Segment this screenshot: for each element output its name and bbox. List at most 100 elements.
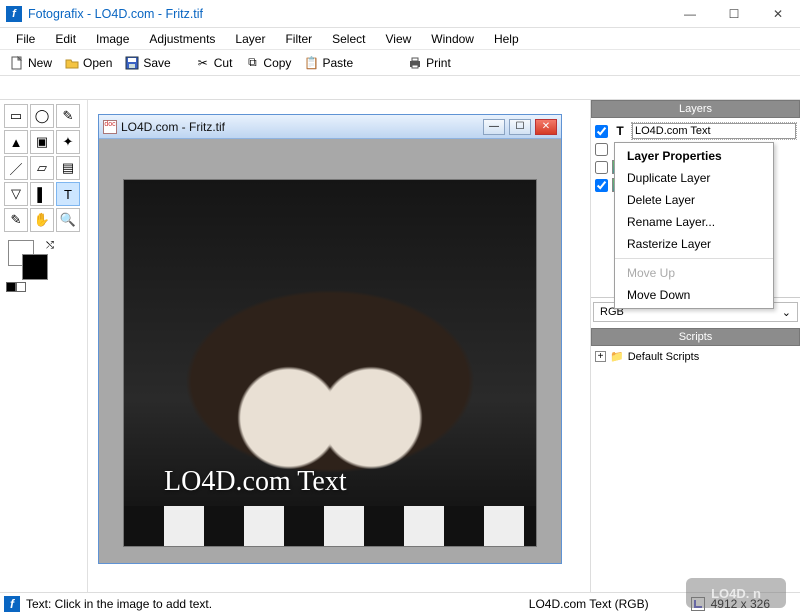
menu-select[interactable]: Select [324, 30, 373, 48]
cut-label: Cut [214, 56, 233, 70]
tool-wand[interactable]: ✦ [56, 130, 80, 154]
tree-expand-icon[interactable]: + [595, 351, 606, 362]
context-menu-item[interactable]: Move Down [615, 284, 773, 306]
tool-eyedrop[interactable]: ✎ [4, 208, 28, 232]
document-titlebar[interactable]: doc LO4D.com - Fritz.tif — ☐ ✕ [99, 115, 561, 139]
text-layer-overlay: LO4D.com Text [164, 466, 347, 498]
menu-adjustments[interactable]: Adjustments [141, 30, 223, 48]
context-menu-item[interactable]: Rasterize Layer [615, 233, 773, 255]
menu-image[interactable]: Image [88, 30, 137, 48]
text-layer-icon: T [612, 124, 628, 138]
tool-bucket[interactable]: ▽ [4, 182, 28, 206]
context-menu-separator [615, 258, 773, 259]
context-menu-item: Move Up [615, 262, 773, 284]
new-file-icon [9, 55, 25, 71]
save-icon [124, 55, 140, 71]
cut-icon: ✂ [195, 55, 211, 71]
document-icon: doc [103, 120, 117, 134]
chevron-down-icon: ⌄ [782, 306, 791, 319]
window-title: Fotografix - LO4D.com - Fritz.tif [28, 7, 203, 21]
menu-layer[interactable]: Layer [227, 30, 273, 48]
scripts-root-node[interactable]: + 📁 Default Scripts [595, 350, 796, 363]
new-button[interactable]: New [4, 52, 57, 74]
mdi-area: doc LO4D.com - Fritz.tif — ☐ ✕ LO4D.com … [88, 100, 590, 592]
status-bar: f Text: Click in the image to add text. … [0, 592, 800, 614]
status-app-icon: f [4, 596, 20, 612]
default-colors-icon[interactable] [6, 282, 26, 292]
tool-lasso-select[interactable]: ✎ [56, 104, 80, 128]
layer-row[interactable]: T [593, 122, 798, 140]
print-label: Print [426, 56, 451, 70]
tool-hand[interactable]: ✋ [30, 208, 54, 232]
context-menu-item[interactable]: Duplicate Layer [615, 167, 773, 189]
menu-window[interactable]: Window [423, 30, 482, 48]
tool-zoom[interactable]: 🔍 [56, 208, 80, 232]
copy-button[interactable]: ⧉ Copy [239, 52, 296, 74]
scripts-root-label: Default Scripts [628, 351, 700, 363]
layer-visibility-checkbox[interactable] [595, 179, 608, 192]
save-button[interactable]: Save [119, 52, 175, 74]
copy-label: Copy [263, 56, 291, 70]
color-well[interactable]: ⤭ [8, 240, 52, 284]
status-layer-info: LO4D.com Text (RGB) [529, 597, 649, 611]
menu-edit[interactable]: Edit [47, 30, 84, 48]
save-label: Save [143, 56, 170, 70]
tool-crop[interactable]: ▣ [30, 130, 54, 154]
scripts-panel-header[interactable]: Scripts [591, 328, 800, 346]
paste-button[interactable]: 📋 Paste [298, 52, 358, 74]
window-controls: — ☐ ✕ [668, 0, 800, 28]
layers-panel-header[interactable]: Layers [591, 100, 800, 118]
tool-palette: ▭◯✎▲▣✦／▱▤▽▌T✎✋🔍 ⤭ [0, 100, 88, 592]
status-tool-hint: Text: Click in the image to add text. [26, 597, 212, 611]
menu-view[interactable]: View [377, 30, 419, 48]
menubar: File Edit Image Adjustments Layer Filter… [0, 28, 800, 50]
paste-label: Paste [322, 56, 353, 70]
menu-help[interactable]: Help [486, 30, 527, 48]
minimize-button[interactable]: — [668, 0, 712, 28]
layer-visibility-checkbox[interactable] [595, 125, 608, 138]
tool-ellipse-select[interactable]: ◯ [30, 104, 54, 128]
dimensions-icon [691, 597, 705, 611]
layer-visibility-checkbox[interactable] [595, 161, 608, 174]
document-minimize-button[interactable]: — [483, 119, 505, 135]
tool-move[interactable]: ▲ [4, 130, 28, 154]
open-label: Open [83, 56, 112, 70]
menu-file[interactable]: File [8, 30, 43, 48]
tool-eraser[interactable]: ▱ [30, 156, 54, 180]
tool-text[interactable]: T [56, 182, 80, 206]
paste-icon: 📋 [303, 55, 319, 71]
document-window[interactable]: doc LO4D.com - Fritz.tif — ☐ ✕ LO4D.com … [98, 114, 562, 564]
image-canvas[interactable]: LO4D.com Text [123, 179, 537, 547]
maximize-button[interactable]: ☐ [712, 0, 756, 28]
context-menu-item[interactable]: Rename Layer... [615, 211, 773, 233]
open-folder-icon [64, 55, 80, 71]
tool-gradient[interactable]: ▌ [30, 182, 54, 206]
main-toolbar: New Open Save ✂ Cut ⧉ Copy 📋 Paste Print [0, 50, 800, 76]
layer-name-input[interactable] [632, 123, 796, 139]
tool-brush[interactable]: ／ [4, 156, 28, 180]
status-dimensions: 4912 x 326 [711, 597, 770, 611]
scripts-panel: + 📁 Default Scripts [591, 346, 800, 592]
swap-colors-icon[interactable]: ⤭ [46, 240, 54, 251]
copy-icon: ⧉ [244, 55, 260, 71]
document-maximize-button[interactable]: ☐ [509, 119, 531, 135]
context-menu-item[interactable]: Delete Layer [615, 189, 773, 211]
open-button[interactable]: Open [59, 52, 117, 74]
close-button[interactable]: ✕ [756, 0, 800, 28]
cut-button[interactable]: ✂ Cut [190, 52, 238, 74]
document-close-button[interactable]: ✕ [535, 119, 557, 135]
print-icon [407, 55, 423, 71]
tool-rect-select[interactable]: ▭ [4, 104, 28, 128]
menu-filter[interactable]: Filter [277, 30, 320, 48]
layer-visibility-checkbox[interactable] [595, 143, 608, 156]
document-title: LO4D.com - Fritz.tif [121, 120, 479, 134]
print-button[interactable]: Print [402, 52, 456, 74]
folder-icon: 📁 [610, 350, 624, 363]
tool-options-bar [0, 76, 800, 100]
new-label: New [28, 56, 52, 70]
layer-context-menu: Layer PropertiesDuplicate LayerDelete La… [614, 142, 774, 309]
context-menu-item[interactable]: Layer Properties [615, 145, 773, 167]
background-color-swatch[interactable] [22, 254, 48, 280]
tool-clone[interactable]: ▤ [56, 156, 80, 180]
titlebar: f Fotografix - LO4D.com - Fritz.tif — ☐ … [0, 0, 800, 28]
